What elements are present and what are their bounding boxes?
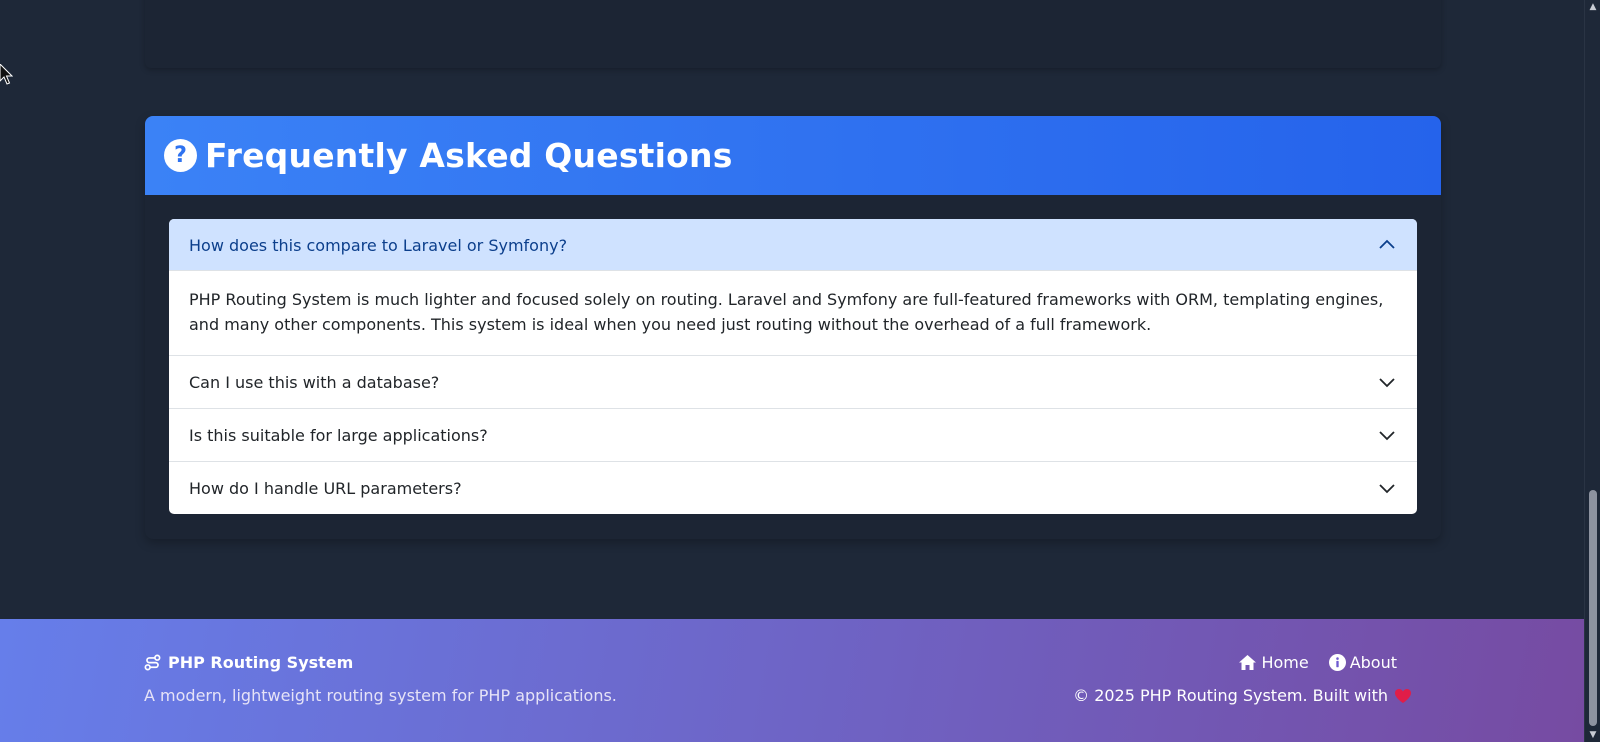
info-icon	[1328, 654, 1346, 671]
home-icon	[1239, 655, 1257, 670]
footer-brand: PHP Routing System	[144, 653, 353, 672]
route-icon	[144, 654, 161, 671]
vertical-scrollbar[interactable]: ▲ ▼	[1584, 0, 1600, 742]
footer-link-label: Home	[1261, 653, 1309, 672]
faq-item-3: Is this suitable for large applications?	[169, 409, 1417, 462]
scrollbar-thumb[interactable]	[1589, 490, 1597, 726]
heart-icon	[1395, 688, 1411, 703]
page: ? Frequently Asked Questions How does th…	[0, 0, 1584, 742]
chevron-down-icon	[1379, 378, 1395, 388]
site-footer: PHP Routing System A modern, lightweight…	[0, 619, 1584, 742]
footer-copyright: © 2025 PHP Routing System. Built with	[1073, 686, 1412, 705]
faq-toggle-button[interactable]: How does this compare to Laravel or Symf…	[169, 219, 1417, 271]
mouse-cursor-icon	[0, 64, 13, 85]
faq-question: How does this compare to Laravel or Symf…	[189, 235, 568, 255]
footer-nav: Home About	[1238, 653, 1397, 672]
chevron-down-icon	[1379, 484, 1395, 494]
footer-link-about[interactable]: About	[1328, 653, 1397, 672]
scroll-down-arrow-icon[interactable]: ▼	[1588, 730, 1598, 740]
footer-tagline: A modern, lightweight routing system for…	[144, 686, 617, 705]
footer-link-label: About	[1349, 653, 1397, 672]
faq-section: ? Frequently Asked Questions How does th…	[145, 116, 1441, 539]
faq-question: Is this suitable for large applications?	[189, 425, 488, 445]
previous-section-card	[145, 0, 1441, 68]
faq-header: ? Frequently Asked Questions	[145, 116, 1441, 195]
faq-toggle-button[interactable]: Can I use this with a database?	[169, 356, 1417, 408]
faq-answer: PHP Routing System is much lighter and f…	[189, 290, 1384, 334]
chevron-up-icon	[1379, 239, 1395, 249]
faq-accordion: How does this compare to Laravel or Symf…	[169, 219, 1417, 514]
faq-question: How do I handle URL parameters?	[189, 478, 462, 498]
footer-link-home[interactable]: Home	[1238, 653, 1309, 672]
copyright-text: © 2025 PHP Routing System. Built with	[1073, 686, 1388, 705]
faq-item-2: Can I use this with a database?	[169, 356, 1417, 409]
faq-title: Frequently Asked Questions	[205, 136, 733, 175]
faq-question: Can I use this with a database?	[189, 372, 440, 392]
faq-toggle-button[interactable]: How do I handle URL parameters?	[169, 462, 1417, 514]
footer-brand-name: PHP Routing System	[168, 653, 354, 672]
question-circle-icon: ?	[164, 139, 197, 172]
faq-item-4: How do I handle URL parameters?	[169, 462, 1417, 514]
faq-item-1: How does this compare to Laravel or Symf…	[169, 219, 1417, 356]
chevron-down-icon	[1379, 431, 1395, 441]
faq-toggle-button[interactable]: Is this suitable for large applications?	[169, 409, 1417, 461]
scroll-up-arrow-icon[interactable]: ▲	[1588, 2, 1598, 12]
